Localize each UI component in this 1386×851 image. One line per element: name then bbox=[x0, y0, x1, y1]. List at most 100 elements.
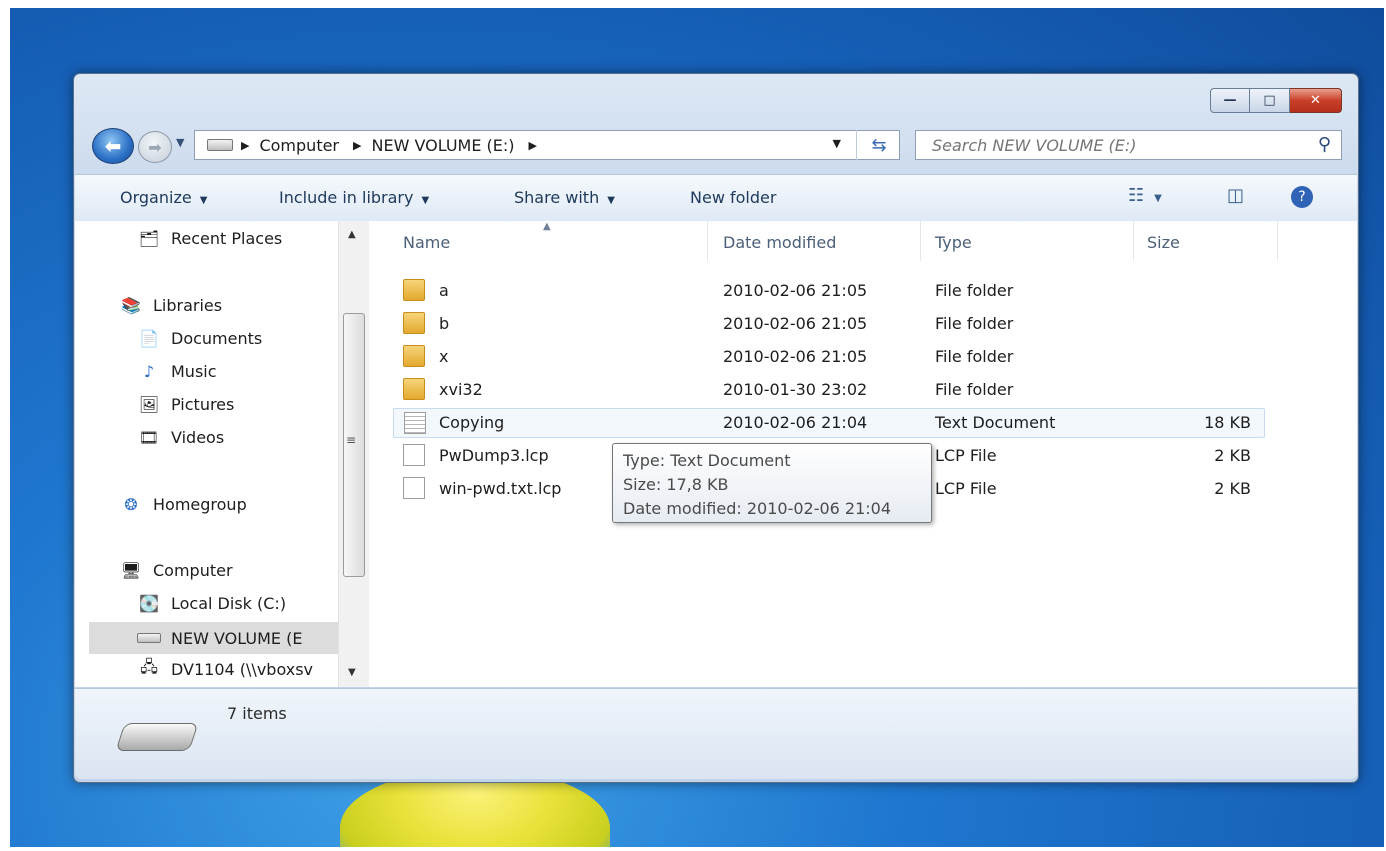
file-icon bbox=[403, 477, 425, 499]
back-button[interactable]: ⬅ bbox=[92, 128, 134, 164]
file-row[interactable]: x 2010-02-06 21:05 File folder bbox=[393, 342, 1265, 372]
close-button[interactable]: ✕ bbox=[1290, 88, 1342, 113]
help-button[interactable]: ? bbox=[1291, 185, 1313, 208]
sidebar-item-computer[interactable]: 🖥 Computer bbox=[119, 559, 233, 581]
minimize-button[interactable]: — bbox=[1210, 88, 1250, 113]
item-count: 7 items bbox=[227, 704, 287, 723]
breadcrumb-separator-icon[interactable]: ▶ bbox=[529, 139, 537, 152]
column-header-size[interactable]: Size bbox=[1147, 233, 1180, 252]
view-options-icon: ☷ bbox=[1128, 185, 1145, 206]
tooltip-date: Date modified: 2010-02-06 21:04 bbox=[623, 499, 892, 518]
sidebar-item-homegroup[interactable]: ❂ Homegroup bbox=[119, 493, 247, 515]
details-pane: 7 items bbox=[75, 688, 1357, 779]
column-header-date-modified[interactable]: Date modified bbox=[723, 233, 836, 252]
include-in-library-menu[interactable]: Include in library ▼ bbox=[279, 188, 429, 207]
file-name: PwDump3.lcp bbox=[439, 446, 549, 465]
chevron-down-icon: ▼ bbox=[421, 195, 430, 206]
sidebar-item-new-volume[interactable]: NEW VOLUME (E bbox=[89, 622, 338, 654]
sidebar-item-local-disk[interactable]: 💽 Local Disk (C:) bbox=[137, 592, 286, 614]
sidebar-item-label: Music bbox=[171, 361, 217, 381]
file-row-hovered[interactable]: Copying 2010-02-06 21:04 Text Document 1… bbox=[393, 408, 1265, 438]
sidebar-item-label: Videos bbox=[171, 427, 225, 447]
recent-places-icon: 🗂 bbox=[138, 228, 160, 248]
file-date: 2010-01-30 23:02 bbox=[723, 380, 868, 399]
file-icon bbox=[403, 444, 425, 466]
organize-label: Organize bbox=[120, 188, 192, 207]
address-history-dropdown-icon[interactable]: ▼ bbox=[833, 137, 841, 150]
chevron-down-icon: ▼ bbox=[1154, 193, 1162, 204]
share-with-menu[interactable]: Share with ▼ bbox=[514, 188, 615, 207]
file-row[interactable]: a 2010-02-06 21:05 File folder bbox=[393, 276, 1265, 306]
sidebar-item-recent-places[interactable]: 🗂 Recent Places bbox=[137, 227, 282, 249]
navigation-scrollbar[interactable]: ▲ ≡ ▼ bbox=[338, 221, 369, 687]
navigation-pane: 🗂 Recent Places 📚 Libraries 📄 Documents ♪ Mu… bbox=[75, 221, 369, 687]
file-date: 2010-02-06 21:05 bbox=[723, 314, 868, 333]
preview-pane-icon: ◫ bbox=[1227, 185, 1245, 206]
column-header-type[interactable]: Type bbox=[935, 233, 972, 252]
sidebar-item-pictures[interactable]: 🖼 Pictures bbox=[137, 393, 235, 415]
new-folder-label: New folder bbox=[690, 188, 777, 207]
column-divider[interactable] bbox=[920, 221, 921, 261]
recent-pages-dropdown[interactable]: ▼ bbox=[176, 136, 184, 149]
file-type: LCP File bbox=[935, 479, 997, 498]
sidebar-item-label: Recent Places bbox=[171, 228, 283, 248]
file-size: 2 KB bbox=[1214, 479, 1251, 498]
sidebar-item-label: Local Disk (C:) bbox=[171, 593, 287, 613]
column-header-name[interactable]: Name bbox=[403, 233, 450, 252]
sidebar-item-libraries[interactable]: 📚 Libraries bbox=[119, 294, 222, 316]
file-type: File folder bbox=[935, 314, 1014, 333]
file-type: LCP File bbox=[935, 446, 997, 465]
file-row[interactable]: b 2010-02-06 21:05 File folder bbox=[393, 309, 1265, 339]
sidebar-item-label: Computer bbox=[153, 560, 233, 580]
sidebar-item-videos[interactable]: 🎞 Videos bbox=[137, 426, 224, 448]
include-in-library-label: Include in library bbox=[279, 188, 414, 207]
file-date: 2010-02-06 21:05 bbox=[723, 281, 868, 300]
sidebar-item-music[interactable]: ♪ Music bbox=[137, 360, 217, 382]
file-name: a bbox=[439, 281, 449, 300]
file-type: File folder bbox=[935, 380, 1014, 399]
scroll-down-icon[interactable]: ▼ bbox=[348, 667, 356, 678]
back-arrow-icon: ⬅ bbox=[104, 134, 122, 158]
column-divider[interactable] bbox=[707, 221, 708, 261]
forward-button[interactable]: ➡ bbox=[138, 131, 172, 163]
breadcrumb-separator-icon[interactable]: ▶ bbox=[241, 139, 249, 152]
search-input[interactable] bbox=[930, 134, 1294, 156]
new-folder-button[interactable]: New folder bbox=[690, 188, 776, 207]
file-info-tooltip: Type: Text Document Size: 17,8 KB Date m… bbox=[612, 443, 932, 523]
scroll-up-icon[interactable]: ▲ bbox=[348, 229, 356, 240]
music-icon: ♪ bbox=[143, 361, 155, 381]
breadcrumb-new-volume[interactable]: NEW VOLUME (E:) bbox=[371, 136, 514, 155]
file-name: Copying bbox=[439, 413, 505, 432]
sidebar-item-label: Libraries bbox=[153, 295, 223, 315]
sidebar-item-label: Homegroup bbox=[153, 494, 247, 514]
address-bar[interactable]: ▶ Computer ▶ NEW VOLUME (E:) ▶ ▼ bbox=[194, 130, 900, 160]
sidebar-item-documents[interactable]: 📄 Documents bbox=[137, 327, 262, 349]
refresh-button[interactable]: ⇆ bbox=[856, 130, 901, 160]
sidebar-item-label: DV1104 (\\vboxsv bbox=[171, 659, 314, 679]
scrollbar-grip-icon: ≡ bbox=[346, 433, 357, 447]
change-view-button[interactable]: ☷ ▼ bbox=[1128, 185, 1162, 206]
maximize-button[interactable]: □ bbox=[1250, 88, 1290, 113]
local-disk-icon: 💽 bbox=[139, 593, 159, 613]
close-icon: ✕ bbox=[1310, 93, 1321, 108]
forward-arrow-icon: ➡ bbox=[148, 137, 162, 157]
breadcrumb-computer[interactable]: Computer bbox=[259, 136, 339, 155]
file-name: x bbox=[439, 347, 449, 366]
drive-icon bbox=[137, 627, 161, 649]
breadcrumb-separator-icon[interactable]: ▶ bbox=[353, 139, 361, 152]
tooltip-size: Size: 17,8 KB bbox=[623, 475, 729, 494]
column-divider[interactable] bbox=[1277, 221, 1278, 261]
sidebar-item-network-drive[interactable]: 🖧 DV1104 (\\vboxsv bbox=[137, 657, 314, 680]
sidebar-item-label: Pictures bbox=[171, 394, 235, 414]
search-box[interactable]: ⚲ bbox=[915, 130, 1342, 160]
computer-icon: 🖥 bbox=[120, 560, 142, 580]
sidebar-item-label: NEW VOLUME (E bbox=[171, 628, 303, 648]
file-date: 2010-02-06 21:05 bbox=[723, 347, 868, 366]
preview-pane-button[interactable]: ◫ bbox=[1227, 185, 1244, 206]
search-icon[interactable]: ⚲ bbox=[1318, 134, 1331, 155]
column-divider[interactable] bbox=[1133, 221, 1134, 261]
folder-icon bbox=[403, 312, 425, 334]
file-row[interactable]: xvi32 2010-01-30 23:02 File folder bbox=[393, 375, 1265, 405]
maximize-icon: □ bbox=[1263, 93, 1276, 108]
organize-menu[interactable]: Organize ▼ bbox=[120, 188, 207, 207]
